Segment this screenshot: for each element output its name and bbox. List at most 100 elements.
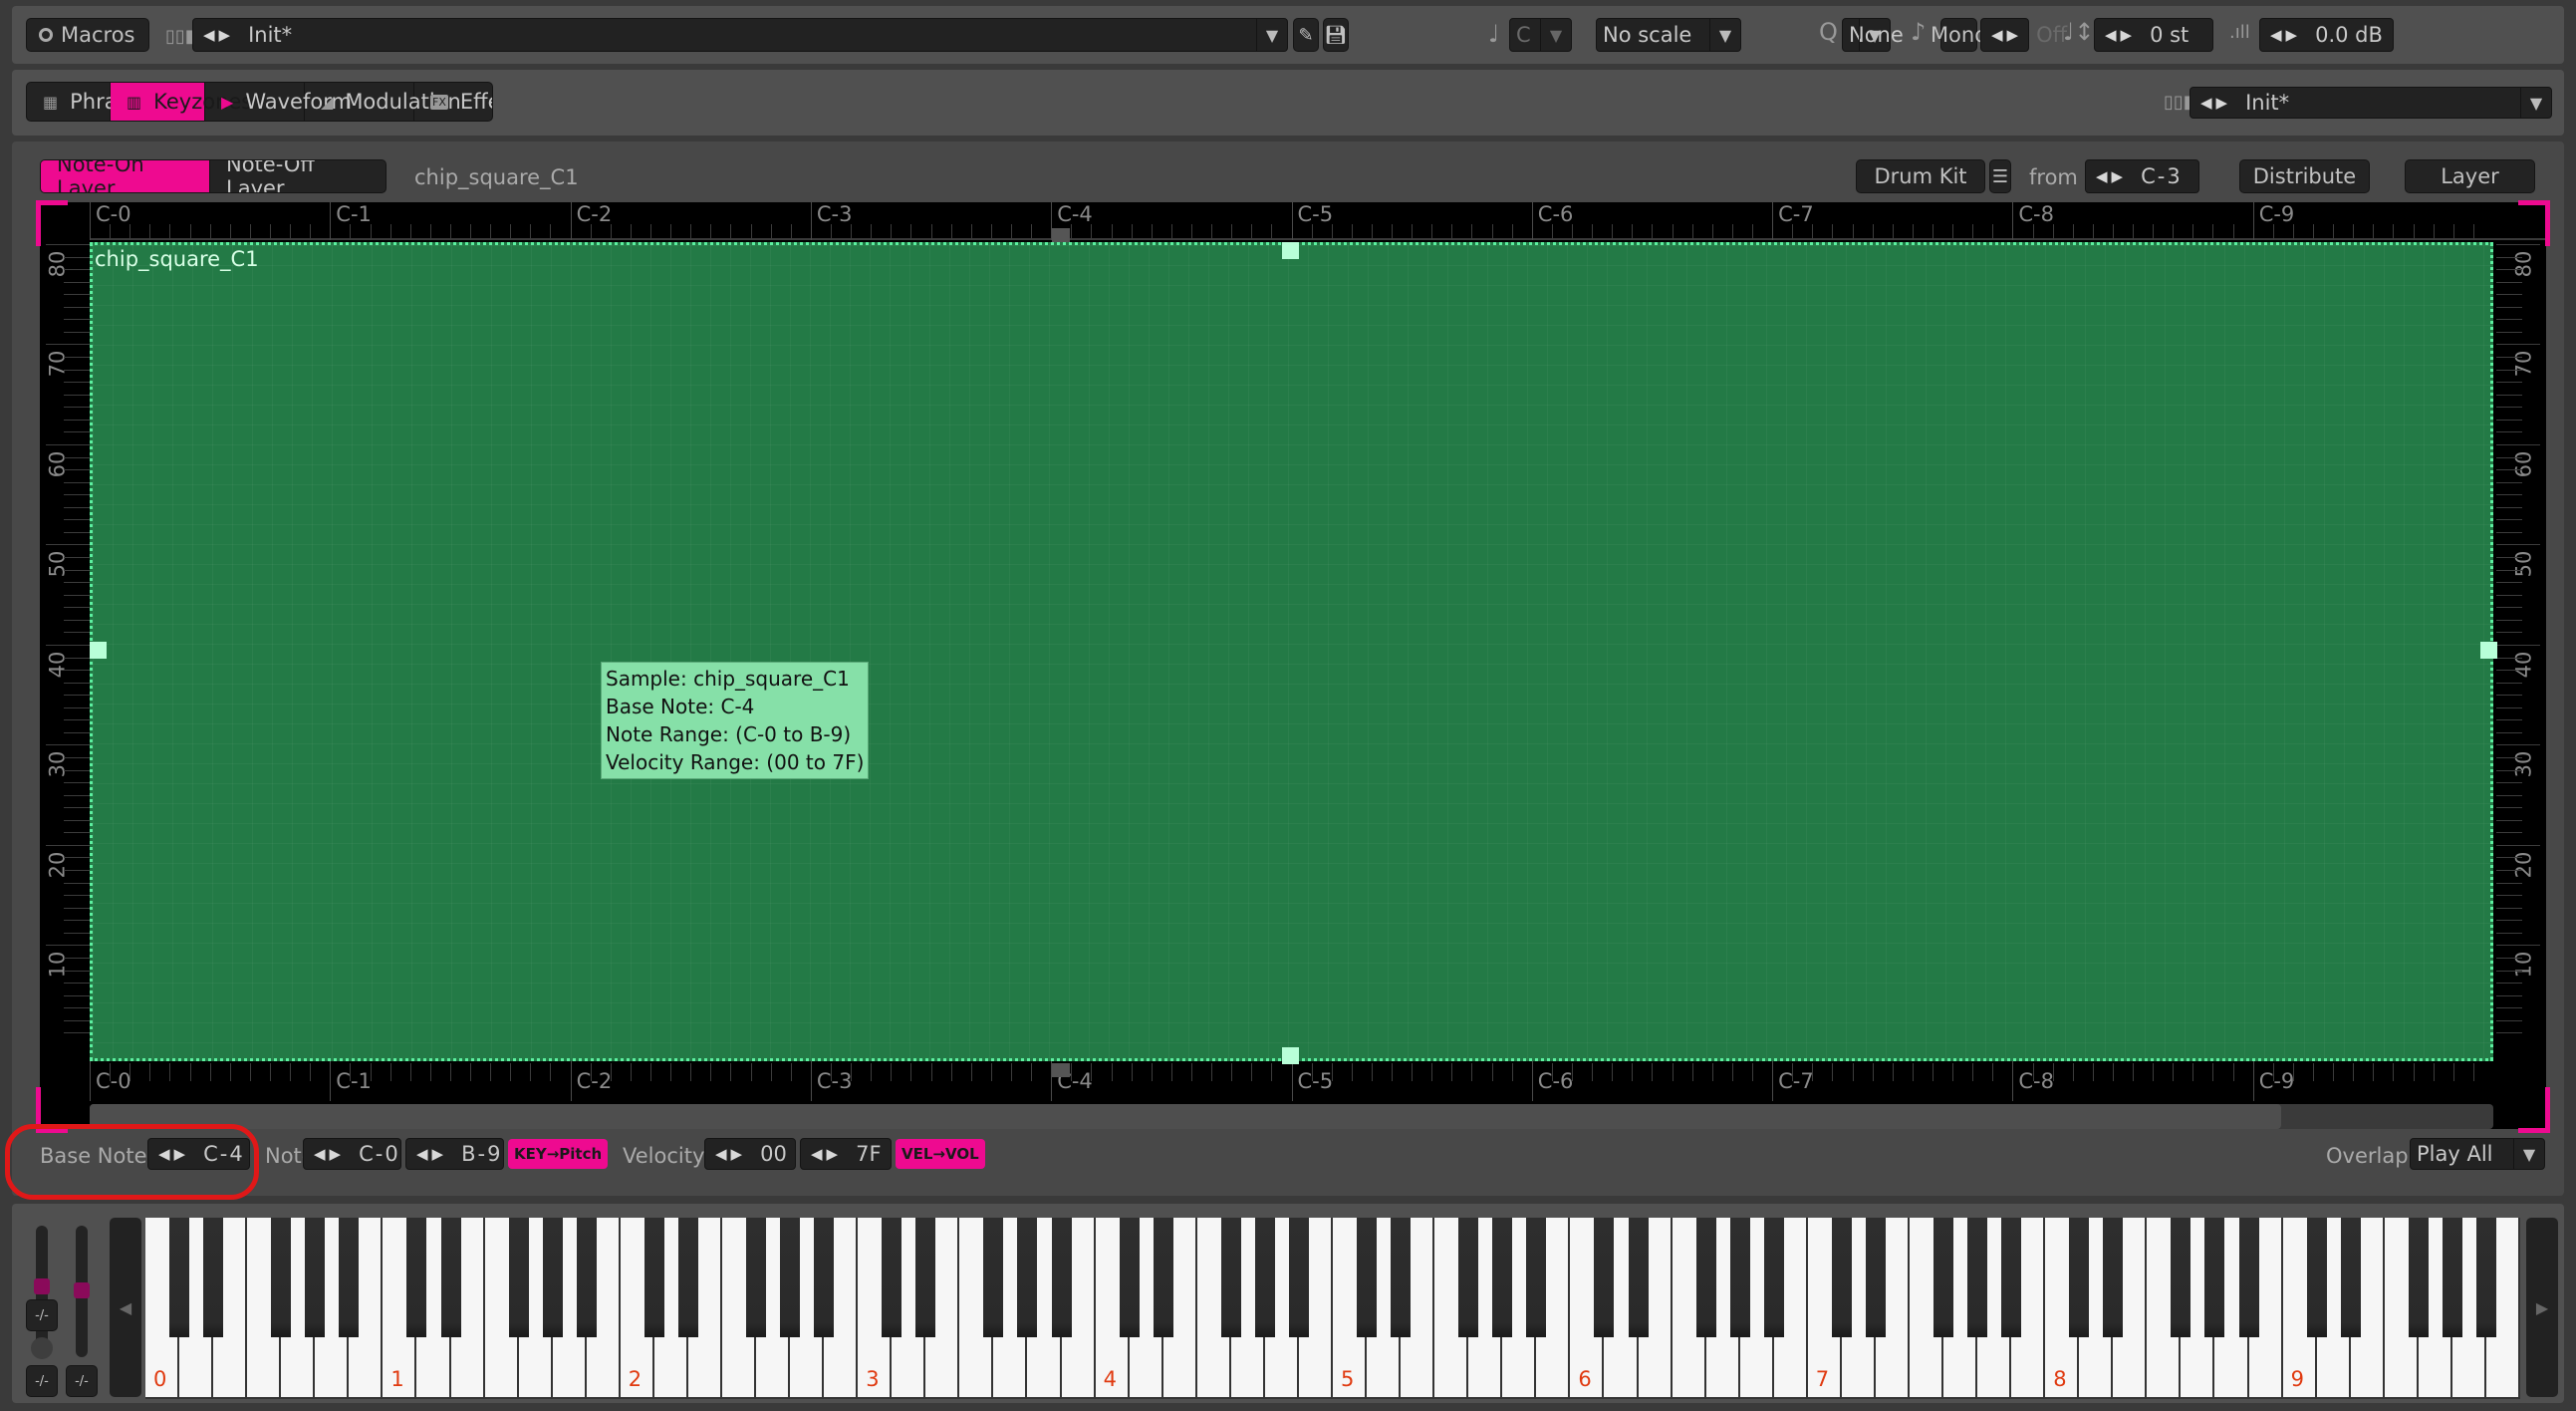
velocity-high-stepper[interactable]: ◀▶ 7F: [800, 1138, 892, 1170]
piano-black-key[interactable]: [2408, 1218, 2429, 1337]
piano-black-key[interactable]: [746, 1218, 767, 1337]
piano-black-key[interactable]: [1594, 1218, 1615, 1337]
octave-down-button[interactable]: ◀: [110, 1218, 141, 1397]
pitch-map-button-2[interactable]: -/-: [26, 1365, 58, 1397]
overlap-dropdown[interactable]: Play All ▼: [2410, 1138, 2545, 1170]
piano-black-key[interactable]: [2238, 1218, 2259, 1337]
instrument-selector[interactable]: ◀▶ Init* ▼: [192, 18, 1288, 52]
piano-black-key[interactable]: [1391, 1218, 1412, 1337]
zone-left-handle[interactable]: [90, 642, 107, 659]
piano-black-key[interactable]: [814, 1218, 835, 1337]
piano-black-key[interactable]: [1017, 1218, 1038, 1337]
piano-black-key[interactable]: [1492, 1218, 1513, 1337]
preset-selector[interactable]: ◀▶ Init* ▼: [2190, 87, 2552, 119]
horizontal-scrollbar[interactable]: [90, 1104, 2493, 1129]
piano-keyboard[interactable]: 0 1 2 3 4 5 6 7 8 9: [145, 1218, 2520, 1399]
zone-top-handle[interactable]: [1282, 242, 1299, 259]
piano-black-key[interactable]: [780, 1218, 801, 1337]
macros-button[interactable]: Macros: [26, 18, 149, 52]
piano-black-key[interactable]: [644, 1218, 664, 1337]
piano-black-key[interactable]: [882, 1218, 902, 1337]
vel-vol-toggle[interactable]: VEL→VOL: [896, 1139, 985, 1169]
chevron-down-icon[interactable]: ▼: [2513, 1139, 2544, 1169]
glide-stepper[interactable]: ◀▶ Off: [1980, 18, 2067, 52]
mono-button[interactable]: Mono: [1931, 18, 1987, 52]
prev-next-arrows-icon[interactable]: ◀▶: [2200, 94, 2231, 112]
piano-black-key[interactable]: [1628, 1218, 1649, 1337]
note-high-stepper[interactable]: ◀▶ B-9: [405, 1138, 504, 1170]
piano-black-key[interactable]: [2340, 1218, 2361, 1337]
keyzone-sample-zone[interactable]: chip_square_C1 Sample: chip_square_C1 Ba…: [90, 242, 2493, 1061]
drum-kit-button[interactable]: Drum Kit: [1856, 159, 1985, 193]
piano-black-key[interactable]: [1831, 1218, 1852, 1337]
drum-kit-menu-button[interactable]: ☰: [1989, 159, 2011, 193]
velocity-low-stepper[interactable]: ◀▶ 00: [704, 1138, 796, 1170]
piano-black-key[interactable]: [203, 1218, 224, 1337]
piano-black-key[interactable]: [1357, 1218, 1378, 1337]
mod-wheel-thumb[interactable]: [74, 1282, 90, 1298]
prev-next-arrows-icon[interactable]: ◀▶: [203, 26, 234, 44]
key-dropdown[interactable]: C ▼: [1509, 18, 1572, 52]
piano-black-key[interactable]: [1933, 1218, 1954, 1337]
key-pitch-toggle[interactable]: KEY→Pitch: [508, 1139, 609, 1169]
piano-black-key[interactable]: [1254, 1218, 1275, 1337]
edit-button[interactable]: ✎: [1293, 18, 1319, 52]
prev-next-arrows-icon[interactable]: ◀▶: [416, 1145, 447, 1163]
chevron-down-icon[interactable]: ▼: [1709, 19, 1740, 51]
pitch-midi-map-button[interactable]: -/-: [26, 1299, 58, 1331]
scrollbar-thumb[interactable]: [90, 1104, 2281, 1129]
piano-black-key[interactable]: [1051, 1218, 1072, 1337]
piano-black-key[interactable]: [1288, 1218, 1309, 1337]
tab-effects[interactable]: FX Effects: [414, 83, 492, 121]
octave-up-button[interactable]: ▶: [2526, 1218, 2558, 1397]
piano-black-key[interactable]: [508, 1218, 529, 1337]
piano-black-key[interactable]: [576, 1218, 597, 1337]
chevron-down-icon[interactable]: ▼: [1540, 19, 1571, 51]
piano-black-key[interactable]: [983, 1218, 1004, 1337]
piano-black-key[interactable]: [2001, 1218, 2022, 1337]
note-off-layer-tab[interactable]: Note-Off Layer: [210, 160, 386, 192]
piano-black-key[interactable]: [2306, 1218, 2327, 1337]
mod-wheel[interactable]: [74, 1226, 90, 1357]
zone-bottom-handle[interactable]: [1282, 1047, 1299, 1064]
tab-phrases[interactable]: ▦ Phrases: [27, 83, 151, 121]
chevron-down-icon[interactable]: ▼: [2520, 88, 2551, 118]
prev-next-arrows-icon[interactable]: ◀▶: [2096, 167, 2127, 185]
tab-waveform[interactable]: ▶ Waveform: [205, 83, 352, 121]
volume-stepper[interactable]: ◀▶ 0.0 dB: [2259, 18, 2394, 52]
distribute-button[interactable]: Distribute: [2239, 159, 2370, 193]
piano-black-key[interactable]: [677, 1218, 698, 1337]
tab-modulation[interactable]: ◢ Modulation: [305, 83, 461, 121]
piano-black-key[interactable]: [1119, 1218, 1140, 1337]
chevron-down-icon[interactable]: ▼: [1256, 19, 1287, 51]
note-low-stepper[interactable]: ◀▶ C-0: [303, 1138, 401, 1170]
pitch-wheel-thumb[interactable]: [34, 1278, 50, 1294]
prev-next-arrows-icon[interactable]: ◀▶: [2270, 26, 2301, 44]
piano-black-key[interactable]: [2103, 1218, 2124, 1337]
piano-black-key[interactable]: [169, 1218, 190, 1337]
scale-dropdown[interactable]: No scale ▼: [1596, 18, 1741, 52]
piano-black-key[interactable]: [2069, 1218, 2090, 1337]
mod-midi-map-button[interactable]: -/-: [66, 1365, 98, 1397]
piano-black-key[interactable]: [1865, 1218, 1886, 1337]
piano-black-key[interactable]: [542, 1218, 563, 1337]
piano-black-key[interactable]: [2475, 1218, 2496, 1337]
chevron-down-icon[interactable]: ▼: [1859, 19, 1890, 51]
from-note-stepper[interactable]: ◀▶ C-3: [2085, 159, 2199, 193]
piano-black-key[interactable]: [1695, 1218, 1716, 1337]
transpose-stepper[interactable]: ◀▶ 0 st: [2094, 18, 2213, 52]
piano-black-key[interactable]: [1458, 1218, 1479, 1337]
save-button[interactable]: 💾︎: [1323, 18, 1349, 52]
piano-black-key[interactable]: [440, 1218, 461, 1337]
piano-black-key[interactable]: [1220, 1218, 1241, 1337]
prev-next-arrows-icon[interactable]: ◀▶: [314, 1145, 345, 1163]
tab-keyzones[interactable]: ▥ Keyzones: [111, 83, 252, 121]
piano-black-key[interactable]: [305, 1218, 326, 1337]
piano-black-key[interactable]: [1729, 1218, 1750, 1337]
piano-black-key[interactable]: [339, 1218, 360, 1337]
prev-next-arrows-icon[interactable]: ◀▶: [2105, 26, 2136, 44]
piano-black-key[interactable]: [1526, 1218, 1547, 1337]
keyzone-editor[interactable]: C-0 C-1 C-2 C-3 C-4 C-5 C-6 C-7 C-8 C-9 C-0 C-1 C-2…: [36, 200, 2550, 1133]
layer-button[interactable]: Layer: [2405, 159, 2535, 193]
piano-black-key[interactable]: [2204, 1218, 2225, 1337]
